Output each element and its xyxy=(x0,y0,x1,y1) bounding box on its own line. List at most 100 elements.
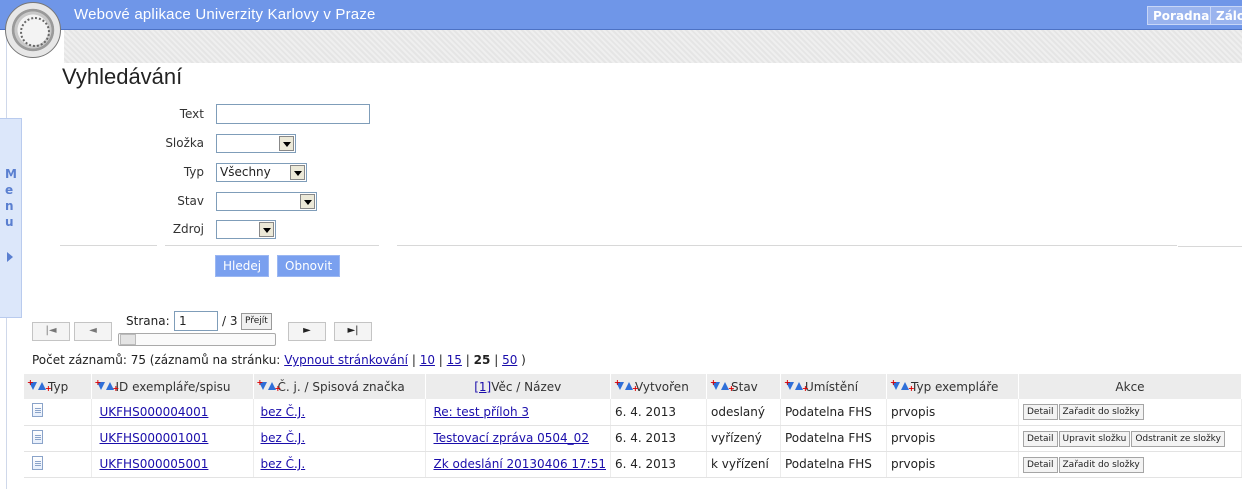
page-slider[interactable] xyxy=(118,333,276,346)
cj-link[interactable]: bez Č.J. xyxy=(261,405,306,419)
subject-cell: Testovací zpráva 0504_02 xyxy=(425,425,611,452)
table-row: UKFHS000005001 bez Č.J. Zk odeslání 2013… xyxy=(24,451,1242,478)
edit-folder-button[interactable]: Upravit složku xyxy=(1058,430,1131,447)
results-table: + + Typ + + ID exempláře/spisu + + Č. j. / Spi… xyxy=(24,374,1242,478)
col-id-label: ID exempláře/spisu xyxy=(115,379,231,394)
id-cell: UKFHS000004001 xyxy=(91,399,254,426)
folder-select[interactable] xyxy=(216,134,296,153)
side-menu-toggle[interactable]: M e n u xyxy=(0,118,22,318)
assign-folder-button[interactable]: Zařadit do složky xyxy=(1058,456,1144,473)
page-size-15-link[interactable]: 15 xyxy=(447,353,462,367)
header-pattern-strip xyxy=(64,30,1242,63)
sort-icon[interactable]: + + xyxy=(95,378,120,392)
cj-cell: bez Č.J. xyxy=(253,425,426,452)
actions-cell: Detail Upravit složku Odstranit ze složky xyxy=(1018,425,1242,452)
state-cell: k vyřízení xyxy=(706,451,781,478)
id-cell: UKFHS000001001 xyxy=(91,425,254,452)
page-size-10-link[interactable]: 10 xyxy=(420,353,435,367)
sort-icon[interactable]: + + xyxy=(614,378,639,392)
menu-letter: u xyxy=(5,215,14,229)
divider xyxy=(60,245,157,246)
text-input[interactable] xyxy=(216,104,370,124)
chevron-down-icon xyxy=(290,165,305,180)
last-page-button[interactable]: ►| xyxy=(334,322,372,341)
page-input[interactable]: 1 xyxy=(174,311,218,331)
location-cell: Podatelna FHS xyxy=(780,399,887,426)
detail-button[interactable]: Detail xyxy=(1023,456,1058,473)
sort-icon[interactable]: + + xyxy=(257,378,282,392)
menu-letter: e xyxy=(5,183,14,197)
created-cell: 6. 4. 2013 xyxy=(610,399,707,426)
divider xyxy=(1178,246,1242,247)
next-page-button[interactable]: ► xyxy=(288,322,326,341)
source-label: Zdroj xyxy=(172,222,204,236)
sort-icon[interactable]: + + xyxy=(27,378,52,392)
detail-button[interactable]: Detail xyxy=(1023,404,1058,421)
go-button[interactable]: Přejít xyxy=(241,313,272,330)
subject-link[interactable]: Testovací zpráva 0504_02 xyxy=(434,431,589,445)
remove-from-folder-button[interactable]: Odstranit ze složky xyxy=(1131,430,1225,447)
actions-cell: Detail Zařadit do složky xyxy=(1018,399,1242,426)
page-label: Strana: xyxy=(126,314,170,328)
sort-icon[interactable]: + + xyxy=(710,378,735,392)
university-seal-icon xyxy=(5,2,61,58)
prev-page-button[interactable]: ◄ xyxy=(74,322,112,341)
sort-order-link[interactable]: [1] xyxy=(474,380,491,394)
chevron-down-icon xyxy=(259,222,274,237)
col-created[interactable]: + + Vytvořen xyxy=(610,374,707,399)
help-desk-button[interactable]: Poradna xyxy=(1147,6,1216,25)
type-cell xyxy=(24,451,92,478)
cj-link[interactable]: bez Č.J. xyxy=(261,457,306,471)
type-select-value: Všechny xyxy=(220,165,271,179)
cj-link[interactable]: bez Č.J. xyxy=(261,431,306,445)
detail-button[interactable]: Detail xyxy=(1023,430,1058,447)
page-total: / 3 xyxy=(222,314,238,328)
id-link[interactable]: UKFHS000005001 xyxy=(100,457,209,471)
refresh-button[interactable]: Obnovit xyxy=(277,255,341,277)
subject-link[interactable]: Re: test příloh 3 xyxy=(434,405,530,419)
col-copy-type[interactable]: + + Typ exempláře xyxy=(886,374,1019,399)
state-select[interactable] xyxy=(216,192,317,211)
col-id[interactable]: + + ID exempláře/spisu xyxy=(91,374,254,399)
col-subject[interactable]: [1]Věc / Název xyxy=(425,374,611,399)
page-title: Vyhledávání xyxy=(62,64,183,89)
top-bar: Webové aplikace Univerzity Karlovy v Pra… xyxy=(0,0,1242,30)
actions-cell: Detail Zařadit do složky xyxy=(1018,451,1242,478)
divider xyxy=(165,245,379,246)
col-actions: Akce xyxy=(1018,374,1242,399)
app-title: Webové aplikace Univerzity Karlovy v Pra… xyxy=(74,6,376,23)
record-count-text: Počet záznamů: 75 (záznamů na stránku: xyxy=(32,353,281,367)
subject-cell: Re: test příloh 3 xyxy=(425,399,611,426)
first-page-button[interactable]: |◄ xyxy=(32,322,70,341)
type-select[interactable]: Všechny xyxy=(216,163,307,182)
record-count: Počet záznamů: 75 (záznamů na stránku: V… xyxy=(32,353,526,367)
col-cj-label: Č. j. / Spisová značka xyxy=(277,379,405,394)
backup-button[interactable]: Zálo xyxy=(1210,6,1242,25)
source-select[interactable] xyxy=(216,220,276,239)
sort-icon[interactable]: + + xyxy=(890,378,915,392)
menu-letter: M xyxy=(5,167,17,181)
copy-type-cell: prvopis xyxy=(886,399,1019,426)
page-size-50-link[interactable]: 50 xyxy=(502,353,517,367)
slider-handle[interactable] xyxy=(120,334,136,345)
col-actions-label: Akce xyxy=(1115,379,1145,394)
search-button[interactable]: Hledej xyxy=(215,255,270,277)
state-cell: odeslaný xyxy=(706,399,781,426)
col-state[interactable]: + + Stav xyxy=(706,374,781,399)
id-link[interactable]: UKFHS000001001 xyxy=(100,431,209,445)
id-link[interactable]: UKFHS000004001 xyxy=(100,405,209,419)
state-label: Stav xyxy=(177,194,204,208)
folder-label: Složka xyxy=(165,136,204,150)
created-cell: 6. 4. 2013 xyxy=(610,451,707,478)
col-cj[interactable]: + + Č. j. / Spisová značka xyxy=(253,374,426,399)
table-row: UKFHS000004001 bez Č.J. Re: test příloh … xyxy=(24,399,1242,426)
type-cell xyxy=(24,425,92,452)
table-header-row: + + Typ + + ID exempláře/spisu + + Č. j. / Spi… xyxy=(24,374,1242,399)
disable-paging-link[interactable]: Vypnout stránkování xyxy=(284,353,408,367)
sort-icon[interactable]: + + xyxy=(784,378,809,392)
page-size-current: 25 xyxy=(473,353,491,367)
subject-link[interactable]: Zk odeslání 20130406 17:51 xyxy=(434,457,607,471)
col-location[interactable]: + + Umístění xyxy=(780,374,887,399)
col-type[interactable]: + + Typ xyxy=(24,374,92,399)
assign-folder-button[interactable]: Zařadit do složky xyxy=(1058,404,1144,421)
